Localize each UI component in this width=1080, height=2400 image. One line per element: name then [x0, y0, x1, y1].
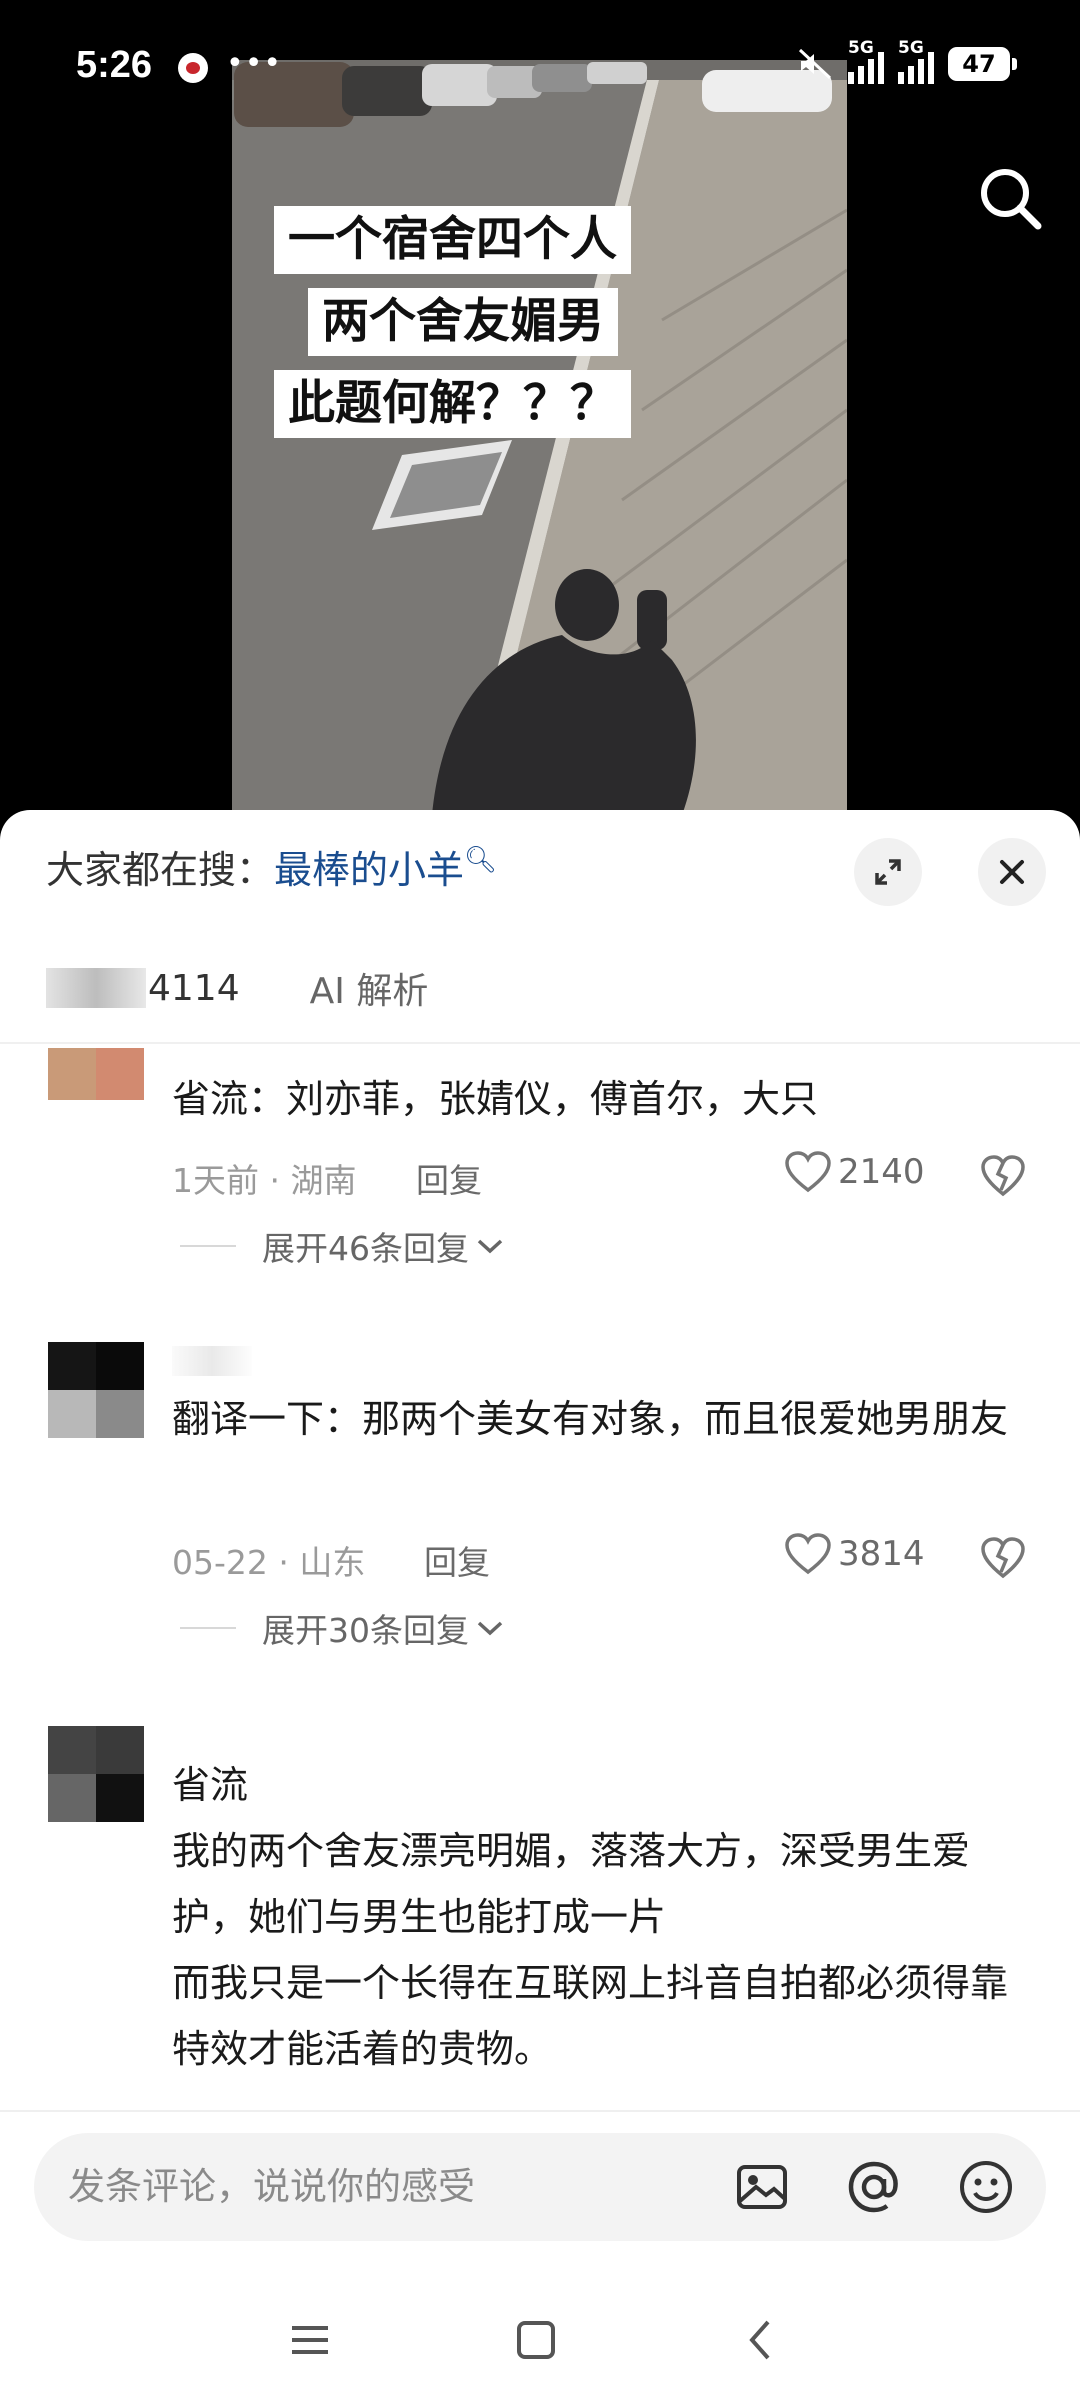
- tab-ai-analysis[interactable]: AI 解析: [310, 962, 429, 1014]
- red-app-icon: [178, 53, 208, 83]
- comment-meta: 05-22 · 山东: [172, 1543, 366, 1582]
- at-icon[interactable]: [846, 2159, 902, 2215]
- expand-button[interactable]: [854, 838, 922, 906]
- reply-button[interactable]: 回复: [416, 1154, 482, 1202]
- close-button[interactable]: [978, 838, 1046, 906]
- expand-replies[interactable]: 展开46条回复: [180, 1222, 505, 1270]
- home-icon[interactable]: [512, 2316, 560, 2364]
- trending-search-prefix: 大家都在搜：: [46, 848, 275, 892]
- avatar[interactable]: [48, 1048, 144, 1100]
- comment-text-line: 省流: [172, 1763, 249, 1807]
- comment-date: 1天前: [172, 1161, 259, 1200]
- clock: 5:26: [76, 44, 153, 86]
- expand-icon: [875, 859, 901, 885]
- battery-level: 47: [962, 50, 996, 78]
- comment-date: 05-22: [172, 1543, 268, 1582]
- caption-line-2: 两个舍友媚男: [308, 288, 618, 356]
- system-nav-bar: [0, 2290, 1080, 2400]
- username-blurred[interactable]: [172, 1346, 252, 1376]
- caption-line-3: 此题何解？？？: [274, 370, 631, 438]
- reply-button[interactable]: 回复: [424, 1536, 490, 1584]
- avatar[interactable]: [48, 1342, 144, 1438]
- divider: [0, 2110, 1080, 2112]
- comment-text: 翻译一下：那两个美女有对象，而且很爱她男朋友: [172, 1397, 1009, 1441]
- comment-input-bar[interactable]: 发条评论，说说你的感受: [34, 2133, 1046, 2241]
- comment-count: 4114: [148, 967, 240, 1009]
- heart-icon: [785, 1151, 831, 1193]
- comment-input-placeholder[interactable]: 发条评论，说说你的感受: [68, 2133, 475, 2241]
- dislike-icon[interactable]: [980, 1536, 1026, 1580]
- comment-meta: 1天前 · 湖南: [172, 1161, 357, 1200]
- back-icon[interactable]: [738, 2316, 786, 2364]
- like-count: 2140: [838, 1152, 925, 1192]
- comment-text: 省流：刘亦菲，张婧仪，傅首尔，大只: [172, 1077, 819, 1121]
- comment-sheet: 大家都在搜：最棒的小羊🔍︎ 4114 AI 解析 省流：刘亦菲，张婧仪，傅首尔，…: [0, 810, 1080, 2400]
- like-button[interactable]: 3814: [784, 1532, 925, 1576]
- chevron-down-icon: [477, 1239, 503, 1254]
- like-button[interactable]: 2140: [784, 1150, 925, 1194]
- trending-search[interactable]: 大家都在搜：最棒的小羊🔍︎: [46, 840, 497, 900]
- more-notifications-indicator: •••: [226, 46, 283, 81]
- search-icon[interactable]: [976, 164, 1046, 234]
- search-small-icon: 🔍︎: [464, 845, 498, 875]
- avatar[interactable]: [48, 1726, 144, 1822]
- expand-replies[interactable]: 展开30条回复: [180, 1604, 505, 1652]
- expand-replies-label: 展开30条回复: [262, 1611, 469, 1650]
- signal-icon: 5G: [898, 38, 934, 84]
- blurred-label: [46, 968, 146, 1008]
- comment-tabs: 4114 AI 解析: [46, 958, 428, 1018]
- comment-location: 山东: [299, 1543, 366, 1582]
- signal-icon: 5G: [848, 38, 884, 84]
- image-icon[interactable]: [734, 2159, 790, 2215]
- caption-line-1: 一个宿舍四个人: [274, 206, 631, 274]
- menu-icon[interactable]: [286, 2316, 334, 2364]
- comment-text-line: 我的两个舍友漂亮明媚，落落大方，深受男生爱护，她们与男生也能打成一片: [172, 1829, 971, 1939]
- video-player[interactable]: 一个宿舍四个人 两个舍友媚男 此题何解？？？: [232, 60, 847, 815]
- tab-comments[interactable]: 4114: [46, 968, 240, 1009]
- battery-icon: 47: [948, 47, 1017, 81]
- mute-icon: [798, 48, 832, 80]
- like-count: 3814: [838, 1534, 925, 1574]
- trending-search-term[interactable]: 最棒的小羊: [274, 848, 464, 892]
- emoji-icon[interactable]: [958, 2159, 1014, 2215]
- status-bar: 5:26 ••• 5G 5G 47: [0, 0, 1080, 140]
- heart-icon: [785, 1533, 831, 1575]
- chevron-down-icon: [477, 1621, 503, 1636]
- dislike-icon[interactable]: [980, 1154, 1026, 1198]
- comment-text-line: 而我只是一个长得在互联网上抖音自拍都必须得靠特效才能活着的贵物。: [172, 1961, 1009, 2071]
- expand-replies-label: 展开46条回复: [262, 1229, 469, 1268]
- comment-location: 湖南: [290, 1161, 357, 1200]
- close-icon: [1000, 860, 1024, 884]
- divider: [0, 1042, 1080, 1044]
